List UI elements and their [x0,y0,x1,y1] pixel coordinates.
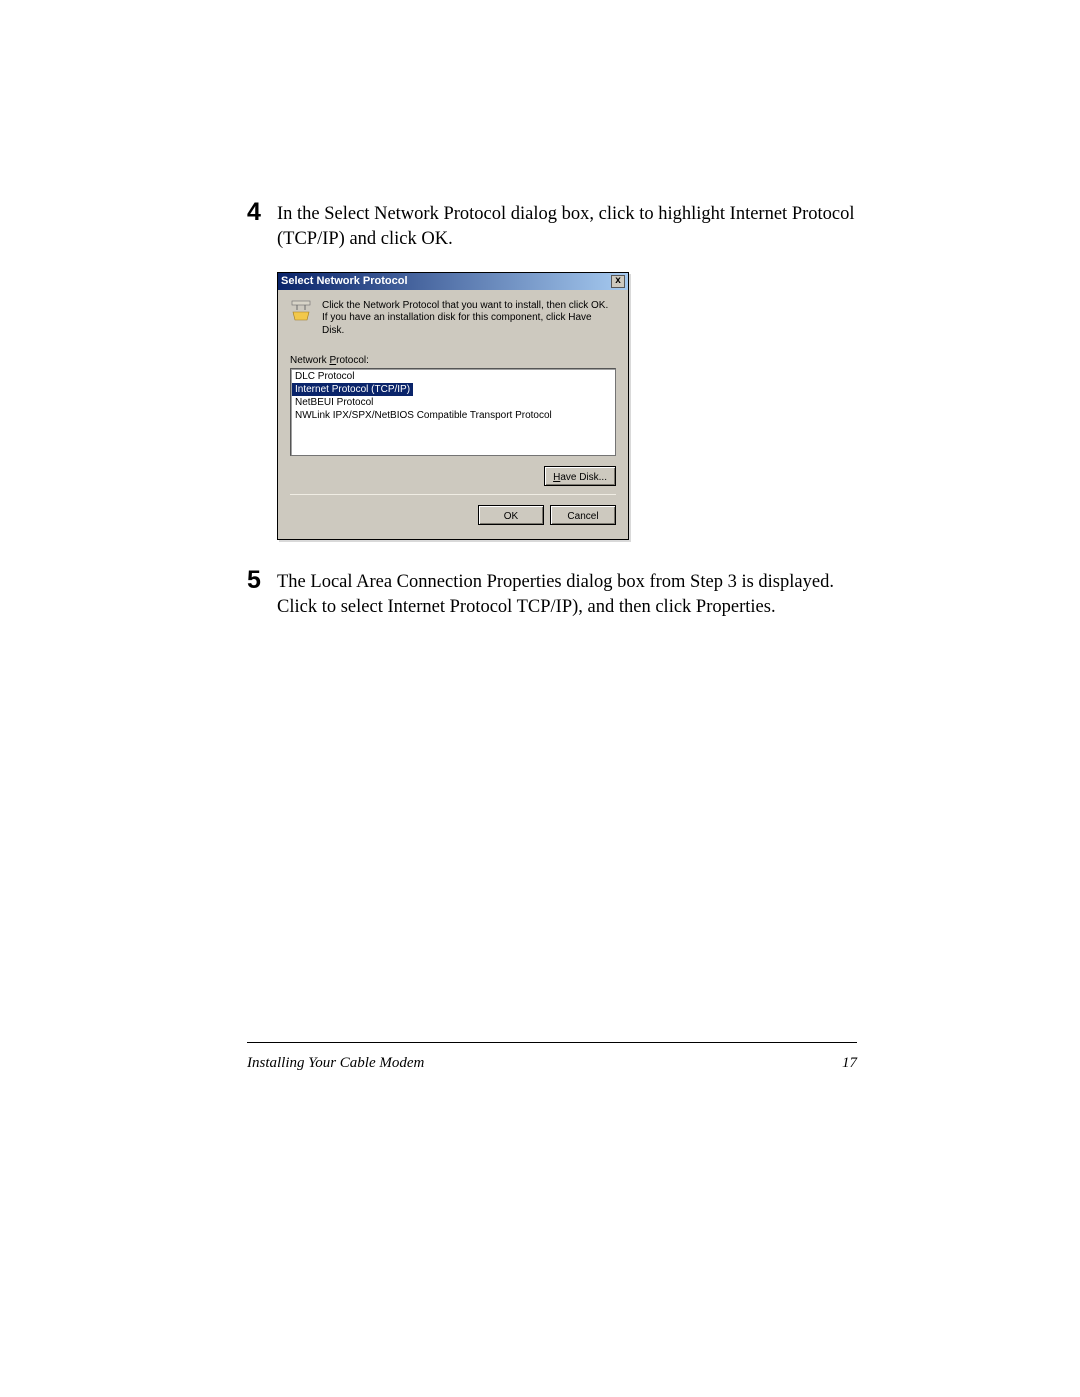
text: . [771,597,776,617]
info-row: Click the Network Protocol that you want… [290,300,616,338]
text: In the [277,204,324,224]
text: ave Disk... [560,472,607,483]
text-bold: Internet Protocol TCP/IP) [387,597,578,617]
dialog-title: Select Network Protocol [281,275,408,287]
text: , and then click [578,597,696,617]
footer-row: Installing Your Cable Modem 17 [247,1055,857,1072]
ok-button[interactable]: OK [478,505,544,525]
have-disk-button[interactable]: Have Disk... [544,466,616,486]
cancel-button[interactable]: Cancel [550,505,616,525]
text: Network [290,355,329,366]
step-number: 5 [247,568,277,620]
text: and click OK. [345,229,453,249]
text: The [277,572,310,592]
list-item[interactable]: NetBEUI Protocol [292,396,614,409]
divider [290,494,616,495]
step-4-text: In the Select Network Protocol dialog bo… [277,200,857,252]
footer-title: Installing Your Cable Modem [247,1055,424,1072]
text-bold: Properties [696,597,771,617]
list-item[interactable]: DLC Protocol [292,370,614,383]
titlebar: Select Network Protocol x [278,273,628,290]
step-5: 5 The Local Area Connection Properties d… [247,568,857,620]
step-5-text: The Local Area Connection Properties dia… [277,568,857,620]
dialog-screenshot: Select Network Protocol x Click [277,272,857,541]
text: dialog box, click to highlight [506,204,730,224]
dialog-body: Click the Network Protocol that you want… [278,290,628,540]
text-bold: Select Network Protocol [324,204,506,224]
page-number: 17 [842,1055,857,1072]
have-disk-row: Have Disk... [290,456,616,492]
step-number: 4 [247,200,277,252]
footer-rule [247,1042,857,1043]
step-4: 4 In the Select Network Protocol dialog … [247,200,857,252]
close-button[interactable]: x [611,275,625,288]
protocol-icon [290,300,312,322]
select-network-protocol-dialog: Select Network Protocol x Click [277,272,629,541]
text-bold: Local Area Connection Properties [310,572,561,592]
list-item[interactable]: NWLink IPX/SPX/NetBIOS Compatible Transp… [292,409,614,422]
ok-cancel-row: OK Cancel [290,505,616,535]
text: rotocol: [336,355,369,366]
listbox-label: Network Protocol: [290,355,616,366]
protocol-listbox[interactable]: DLC Protocol Internet Protocol (TCP/IP) … [290,368,616,456]
page-footer: Installing Your Cable Modem 17 [247,1042,857,1072]
close-icon: x [615,275,621,286]
info-text: Click the Network Protocol that you want… [322,300,616,338]
list-item-selected[interactable]: Internet Protocol (TCP/IP) [292,383,413,396]
